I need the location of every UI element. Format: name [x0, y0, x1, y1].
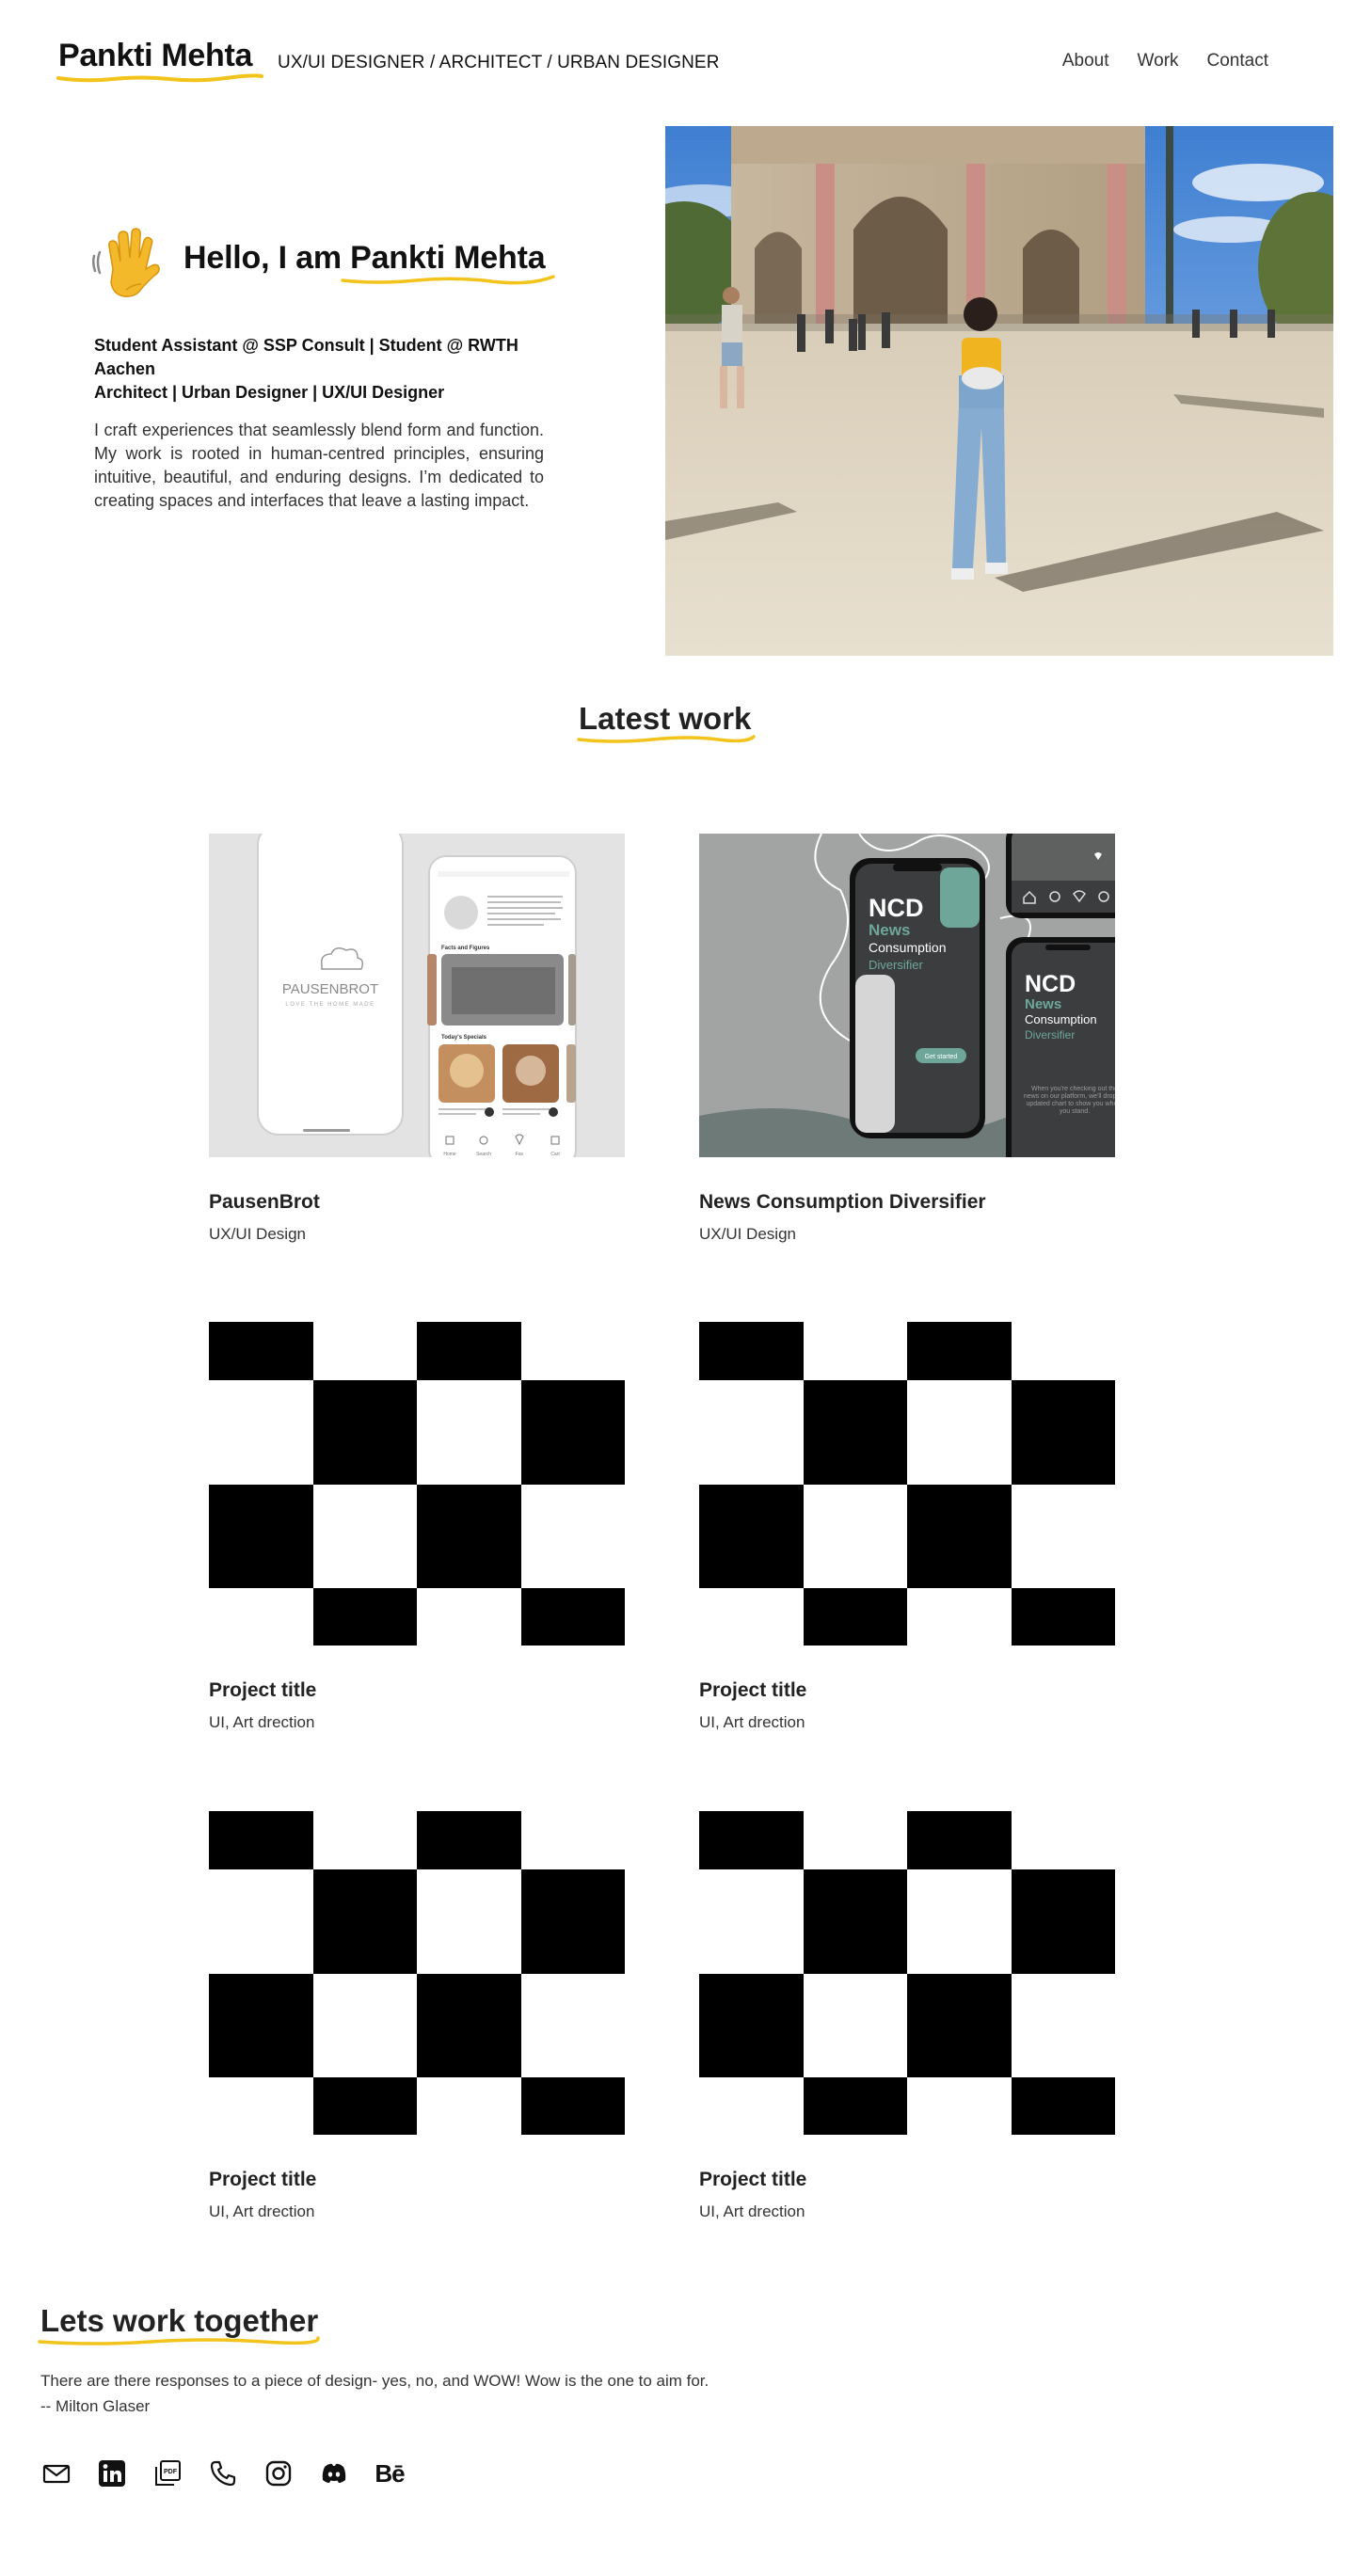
ncd-news-2: News: [1025, 996, 1061, 1012]
project-title[interactable]: Project title: [209, 2169, 316, 2191]
project-subtitle: UI, Art drection: [699, 1713, 805, 1731]
project-title[interactable]: PausenBrot: [209, 1191, 320, 1214]
project-subtitle: UI, Art drection: [209, 2202, 315, 2220]
project-title[interactable]: News Consumption Diversifier: [699, 1191, 986, 1214]
hero-greeting: Hello, I am Pankti Mehta: [183, 240, 546, 277]
project-subtitle: UI, Art drection: [699, 2202, 805, 2220]
instagram-icon[interactable]: [263, 2457, 295, 2489]
project-subtitle: UI, Art drection: [209, 1713, 315, 1731]
pausenbrot-section-facts: Facts and Figures: [441, 946, 490, 951]
logo-underline: [56, 73, 263, 83]
ncd-news: News: [869, 921, 910, 939]
project-thumbnail[interactable]: PAUSENBROT LOVE THE HOME MADE Facts and …: [209, 834, 625, 1157]
contact-quote-text: There are there responses to a piece of …: [40, 2372, 709, 2390]
project-thumbnail[interactable]: NCD News Consumption Diversifier Get sta…: [699, 834, 1115, 1157]
pausenbrot-tagline: LOVE THE HOME MADE: [285, 1002, 375, 1008]
pausenbrot-nav-fav: Fav: [516, 1152, 524, 1157]
project-title[interactable]: Project title: [699, 2169, 806, 2191]
pausenbrot-nav-home: Home: [443, 1152, 456, 1157]
contact-title-underline: [38, 2336, 320, 2345]
hero-name-underline: [341, 275, 555, 285]
project-subtitle: UX/UI Design: [699, 1225, 796, 1243]
latest-work-underline: [577, 735, 756, 743]
project-thumbnail-placeholder[interactable]: [209, 1322, 625, 1646]
hero-roles-line1: Student Assistant @ SSP Consult | Studen…: [94, 336, 518, 378]
project-thumbnail-placeholder[interactable]: [699, 1322, 1115, 1646]
hero-photo: [665, 126, 1333, 656]
phone-icon[interactable]: [207, 2457, 239, 2489]
ncd-consumption: Consumption: [869, 940, 947, 955]
project-title[interactable]: Project title: [699, 1679, 806, 1702]
pdf-icon[interactable]: PDF: [151, 2457, 183, 2489]
ncd-get-started: Get started: [925, 1054, 958, 1060]
ncd-diversifier-2: Diversifier: [1025, 1028, 1075, 1042]
pausenbrot-brand: PAUSENBROT: [282, 981, 378, 997]
nav-contact[interactable]: Contact: [1207, 51, 1268, 72]
contact-quote-author: -- Milton Glaser: [40, 2397, 151, 2415]
discord-icon[interactable]: [318, 2457, 350, 2489]
behance-icon[interactable]: Bē: [374, 2457, 406, 2489]
mail-icon[interactable]: [40, 2457, 72, 2489]
ncd-diversifier: Diversifier: [869, 958, 923, 972]
ncd-consumption-2: Consumption: [1025, 1012, 1097, 1026]
contact-quote: There are there responses to a piece of …: [40, 2368, 709, 2419]
ncd-logo-2: NCD: [1025, 971, 1076, 997]
pausenbrot-nav-cart: Cart: [550, 1152, 560, 1157]
pausenbrot-section-specials: Today's Specials: [441, 1035, 487, 1041]
social-links: PDF Bē: [40, 2457, 429, 2489]
nav-about[interactable]: About: [1062, 51, 1109, 72]
project-thumbnail-placeholder[interactable]: [209, 1811, 625, 2135]
site-header: Pankti Mehta UX/UI DESIGNER / ARCHITECT …: [0, 0, 1355, 124]
svg-text:PDF: PDF: [164, 2469, 178, 2475]
project-title[interactable]: Project title: [209, 1679, 316, 1702]
waving-hand-icon: [92, 228, 160, 297]
hero-greeting-name: Pankti Mehta: [350, 240, 546, 276]
nav-work[interactable]: Work: [1138, 51, 1179, 72]
hero-intro: I craft experiences that seamlessly blen…: [94, 421, 544, 510]
project-thumbnail-placeholder[interactable]: [699, 1811, 1115, 2135]
site-tagline: UX/UI DESIGNER / ARCHITECT / URBAN DESIG…: [278, 53, 720, 72]
behance-label: Bē: [375, 2458, 405, 2488]
hero-greeting-prefix: Hello, I am: [183, 240, 351, 276]
ncd-logo: NCD: [869, 894, 924, 922]
hero-roles-line2: Architect | Urban Designer | UX/UI Desig…: [94, 383, 445, 402]
main-nav: About Work Contact: [1034, 51, 1268, 72]
site-logo[interactable]: Pankti Mehta: [58, 38, 252, 74]
ncd-blurb: When you're checking out the news on our…: [1023, 1086, 1115, 1115]
hero-roles: Student Assistant @ SSP Consult | Studen…: [94, 334, 565, 405]
project-subtitle: UX/UI Design: [209, 1225, 306, 1243]
pausenbrot-nav-search: Search: [476, 1152, 491, 1157]
linkedin-icon[interactable]: [96, 2457, 128, 2489]
